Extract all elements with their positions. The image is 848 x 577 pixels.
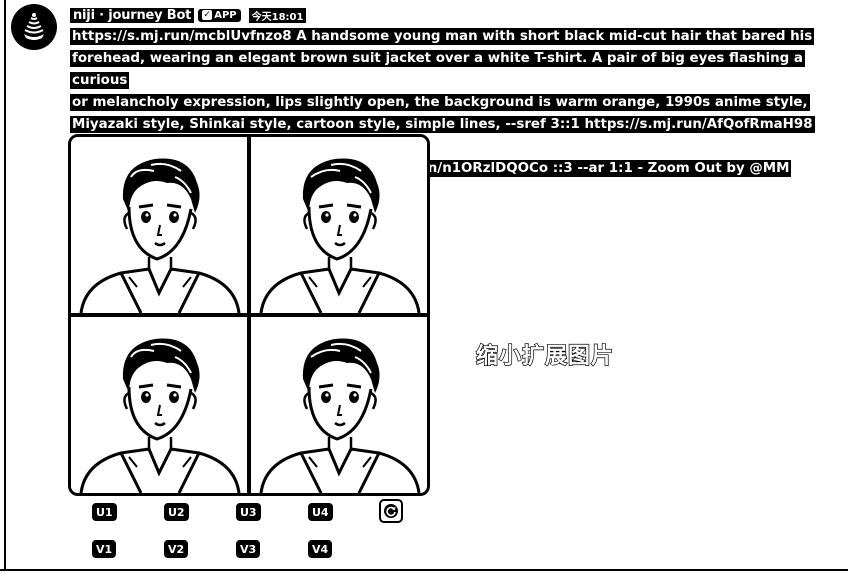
grid-image-1[interactable]	[71, 137, 247, 313]
variation-button-1[interactable]: V1	[92, 540, 117, 558]
grid-image-3[interactable]	[71, 317, 247, 493]
prompt-line: forehead, wearing an elegant brown suit …	[70, 50, 805, 89]
prompt-line: or melancholy expression, lips slightly …	[70, 94, 810, 111]
refresh-icon	[384, 504, 398, 518]
reroll-button[interactable]	[379, 499, 403, 523]
bot-avatar[interactable]	[11, 4, 57, 50]
message-header: niji · journey Bot ✓ APP 今天18:01	[70, 6, 307, 24]
variation-button-2[interactable]: V2	[164, 540, 189, 558]
app-badge-label: APP	[214, 9, 237, 21]
portrait-illustration	[259, 158, 421, 313]
message-frame-bottom	[0, 569, 848, 571]
portrait-illustration	[79, 338, 241, 493]
upscale-button-1[interactable]: U1	[92, 503, 117, 521]
grid-image-2[interactable]	[251, 137, 427, 313]
upscale-button-2[interactable]: U2	[164, 503, 189, 521]
app-badge: ✓ APP	[198, 8, 241, 22]
variation-button-4[interactable]: V4	[308, 540, 333, 558]
upscale-button-3[interactable]: U3	[236, 503, 261, 521]
grid-divider-horizontal	[71, 313, 427, 317]
check-icon: ✓	[202, 10, 213, 20]
image-grid[interactable]	[68, 134, 430, 496]
grid-image-4[interactable]	[251, 317, 427, 493]
message-timestamp: 今天18:01	[248, 7, 307, 23]
portrait-illustration	[259, 338, 421, 493]
message-frame-left	[4, 0, 6, 570]
variation-button-3[interactable]: V3	[236, 540, 261, 558]
bot-name[interactable]: niji · journey Bot	[70, 7, 195, 23]
zoom-out-caption: 缩小扩展图片	[475, 343, 615, 369]
upscale-button-4[interactable]: U4	[308, 503, 333, 521]
sailboat-icon	[12, 5, 56, 49]
portrait-illustration	[79, 158, 241, 313]
prompt-line: https://s.mj.run/mcblUvfnzo8 A handsome …	[70, 28, 815, 45]
